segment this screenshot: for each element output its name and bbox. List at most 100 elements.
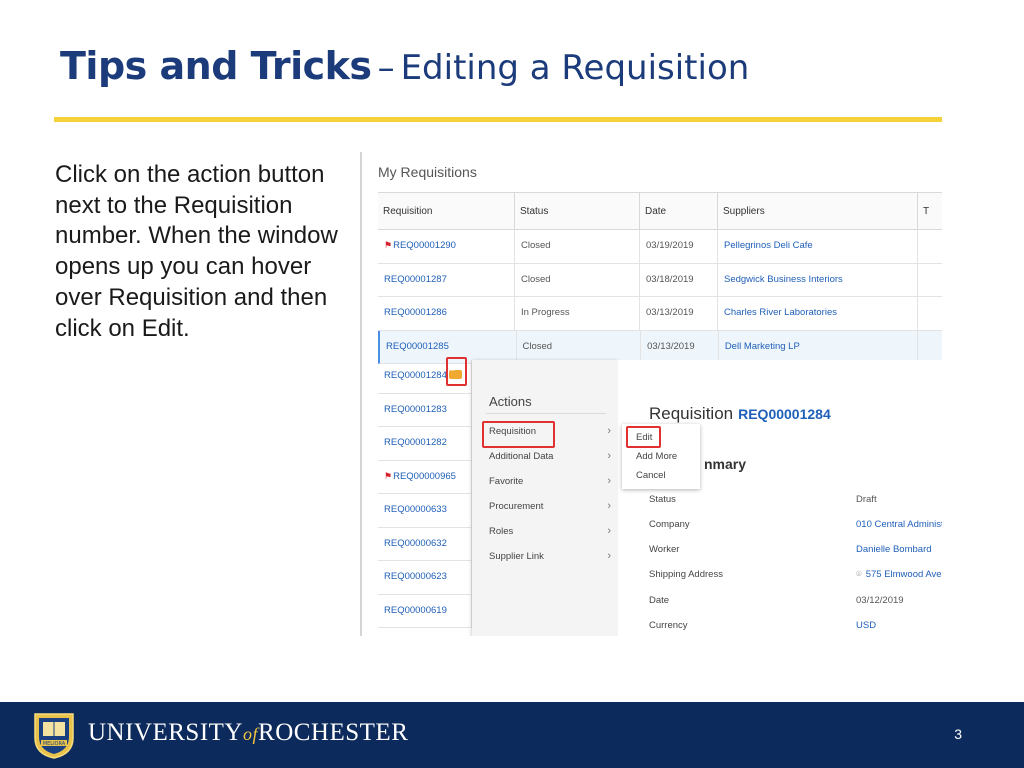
chevron-right-icon: › — [607, 550, 611, 562]
supplier-link[interactable]: Sedgwick Business Interiors — [718, 263, 918, 296]
table-row[interactable]: REQ00001282 — [378, 427, 472, 461]
actions-menu-item-label: Additional Data — [489, 451, 554, 462]
detail-field-value[interactable]: Danielle Bombard — [856, 544, 932, 555]
actions-menu-item[interactable]: Roles › — [489, 525, 611, 537]
actions-menu-item-label: Supplier Link — [489, 551, 544, 562]
column-header-date[interactable]: Date — [640, 193, 718, 229]
table-row[interactable]: REQ00000623 — [378, 561, 472, 595]
table-header: Requisition Status Date Suppliers T — [378, 193, 942, 230]
requisition-link[interactable]: REQ00001282 — [384, 437, 447, 448]
requisition-cell[interactable]: REQ00001283 — [378, 393, 472, 426]
my-requisitions-heading: My Requisitions — [378, 164, 477, 180]
chevron-right-icon: › — [607, 475, 611, 487]
requisitions-screenshot: My Requisitions Requisition Status Date … — [360, 152, 942, 636]
detail-field-label: Currency — [649, 620, 688, 631]
submenu-item-cancel[interactable]: Cancel — [636, 470, 666, 481]
detail-field-value: 03/12/2019 — [856, 595, 904, 606]
wordmark-of: of — [243, 724, 259, 744]
table-row[interactable]: REQ00000632 — [378, 527, 472, 561]
requisition-link[interactable]: REQ00000623 — [384, 571, 447, 582]
wordmark-university: UNIVERSITY — [88, 719, 243, 746]
actions-menu-item[interactable]: Favorite › — [489, 475, 611, 487]
chevron-right-icon: › — [607, 425, 611, 437]
flag-icon: ⚑ — [384, 470, 393, 481]
actions-menu: Actions Requisition › Additional Data › Favo… — [472, 360, 618, 636]
truncated-cell — [918, 297, 942, 330]
requisition-cell[interactable]: REQ00000619 — [378, 594, 472, 627]
requisitions-table: Requisition Status Date Suppliers T ⚑REQ… — [378, 192, 942, 364]
svg-text:MELIORA: MELIORA — [43, 741, 66, 747]
chevron-right-icon: › — [607, 450, 611, 462]
summary-heading: nmary — [704, 456, 747, 472]
detail-field-value: Draft — [856, 494, 877, 505]
requisition-link[interactable]: REQ00001283 — [384, 404, 447, 415]
requisition-cell[interactable]: REQ00000632 — [378, 527, 472, 560]
actions-menu-item[interactable]: Supplier Link › — [489, 550, 611, 562]
requisition-link[interactable]: REQ00001290 — [393, 240, 456, 251]
requisition-link[interactable]: REQ00000633 — [384, 504, 447, 515]
table-row[interactable]: REQ00000619 — [378, 594, 472, 628]
table-row[interactable]: REQ00001286 In Progress 03/13/2019 Charles … — [378, 297, 942, 331]
requisition-link[interactable]: REQ00001284 — [384, 370, 447, 381]
requisition-link[interactable]: REQ00000632 — [384, 538, 447, 549]
actions-menu-item[interactable]: Additional Data › — [489, 450, 611, 462]
highlight-action-button — [446, 357, 467, 386]
requisition-link[interactable]: REQ00000619 — [384, 605, 447, 616]
table-row[interactable]: REQ00001283 — [378, 393, 472, 427]
truncated-cell — [918, 264, 942, 297]
status-cell: Closed — [515, 230, 640, 263]
detail-field-value[interactable]: 010 Central Administ — [856, 519, 942, 530]
actions-divider — [486, 413, 606, 414]
column-header-status[interactable]: Status — [515, 193, 640, 229]
detail-requisition-number[interactable]: REQ00001284 — [738, 406, 831, 422]
detail-field-label: Worker — [649, 544, 680, 555]
supplier-link[interactable]: Dell Marketing LP — [719, 330, 919, 363]
column-header-truncated[interactable]: T — [918, 193, 942, 229]
date-cell: 03/13/2019 — [640, 297, 718, 330]
detail-title: Requisition REQ00001284 — [649, 404, 831, 424]
supplier-link[interactable]: Pellegrinos Deli Cafe — [718, 230, 918, 263]
actions-menu-item-label: Favorite — [489, 476, 524, 487]
detail-field-value[interactable]: USD — [856, 620, 876, 631]
requisition-cell[interactable]: REQ00001287 — [378, 263, 515, 296]
date-cell: 03/13/2019 — [641, 330, 719, 363]
status-cell: In Progress — [515, 297, 640, 330]
requisition-cell[interactable]: REQ00000623 — [378, 561, 472, 594]
actions-menu-item-label: Roles — [489, 526, 514, 537]
requisition-cell[interactable]: REQ00001282 — [378, 427, 472, 460]
page-number: 3 — [954, 726, 962, 742]
requisition-cell[interactable]: ⚑REQ00001290 — [378, 230, 515, 263]
submenu-item-add-more[interactable]: Add More — [636, 451, 677, 462]
university-wordmark: UNIVERSITYofROCHESTER — [88, 719, 408, 747]
requisition-link[interactable]: REQ00001287 — [384, 274, 447, 285]
requisition-detail: Requisition REQ00001284 nmary Status Draft… — [618, 360, 942, 636]
table-row[interactable]: ⚑REQ00000965 — [378, 460, 472, 494]
detail-field-label: Shipping Address — [649, 569, 723, 580]
detail-field-value[interactable]: ⌾ 575 Elmwood Ave — [856, 569, 942, 580]
highlight-edit-item — [626, 426, 661, 448]
detail-field-label: Status — [649, 494, 676, 505]
date-cell: 03/19/2019 — [640, 230, 718, 263]
actions-menu-item[interactable]: Procurement › — [489, 500, 611, 512]
title-divider — [54, 117, 942, 122]
detail-field-value-text[interactable]: 575 Elmwood Ave — [866, 569, 942, 580]
supplier-link[interactable]: Charles River Laboratories — [718, 297, 918, 330]
requisition-cell[interactable]: REQ00001286 — [378, 297, 515, 330]
chevron-right-icon: › — [607, 525, 611, 537]
truncated-cell — [918, 230, 942, 263]
wordmark-rochester: ROCHESTER — [258, 719, 409, 746]
table-row[interactable]: REQ00000633 — [378, 494, 472, 528]
table-row[interactable]: ⚑REQ00001290 Closed 03/19/2019 Pellegrinos … — [378, 230, 942, 264]
requisition-link[interactable]: REQ00001285 — [386, 341, 449, 352]
requisition-link[interactable]: REQ00001286 — [384, 307, 447, 318]
requisition-cell[interactable]: REQ00000633 — [378, 494, 472, 527]
table-row[interactable]: REQ00001287 Closed 03/18/2019 Sedgwick Busi… — [378, 263, 942, 297]
chevron-right-icon: › — [607, 500, 611, 512]
university-seal-logo: MELIORA — [34, 713, 74, 759]
requisition-cell[interactable]: ⚑REQ00000965 — [378, 460, 472, 493]
instruction-text: Click on the action button next to the R… — [55, 161, 338, 342]
column-header-requisition[interactable]: Requisition — [378, 193, 515, 229]
truncated-cell — [918, 331, 942, 364]
column-header-suppliers[interactable]: Suppliers — [718, 193, 918, 229]
requisition-link[interactable]: REQ00000965 — [393, 471, 456, 482]
